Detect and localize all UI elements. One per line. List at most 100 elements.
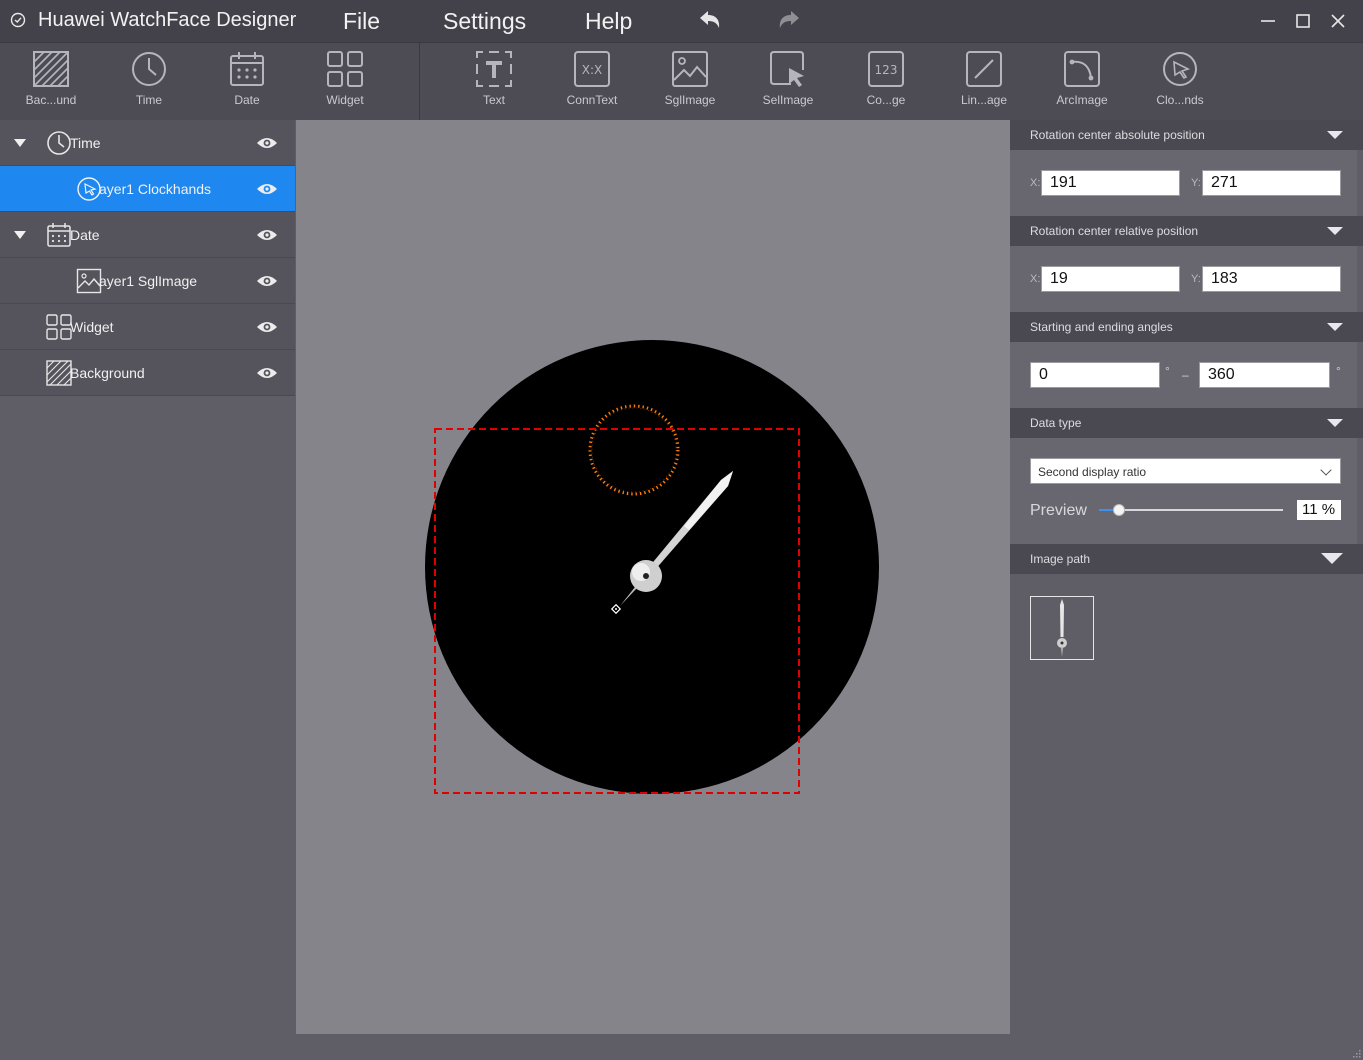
app-title: Huawei WatchFace Designer: [38, 9, 297, 31]
tool-clockhands[interactable]: Clo...nds: [1135, 47, 1225, 117]
clock-hand-thumbnail-icon: [1057, 599, 1067, 657]
section-image-path-body: [1010, 574, 1357, 684]
tool-widget[interactable]: Widget: [300, 47, 390, 117]
abs-y-input[interactable]: 271: [1202, 170, 1341, 196]
tool-label: ArcImage: [1056, 93, 1108, 107]
watchface-preview[interactable]: [296, 120, 1010, 1034]
menu-help[interactable]: Help: [585, 8, 632, 35]
tool-label: SglImage: [664, 93, 716, 107]
section-rel-position-header[interactable]: Rotation center relative position: [1010, 216, 1363, 246]
preview-label: Preview: [1030, 502, 1087, 519]
tool-sglimage[interactable]: SglImage: [645, 47, 735, 117]
visibility-eye-icon[interactable]: [256, 182, 278, 196]
section-abs-position-header[interactable]: Rotation center absolute position: [1010, 120, 1363, 150]
minimize-icon[interactable]: [1257, 10, 1279, 32]
widget-icon: [46, 314, 72, 340]
section-data-type-header[interactable]: Data type: [1010, 408, 1363, 438]
layer-row-sglimage[interactable]: ayer1 SglImage: [0, 258, 295, 304]
svg-text:X:X: X:X: [582, 63, 602, 77]
tool-label: Text: [482, 93, 505, 107]
data-type-select[interactable]: Second display ratio: [1030, 458, 1341, 484]
section-abs-position-body: X: 191 Y: 271: [1010, 150, 1357, 216]
end-angle-input[interactable]: 360: [1199, 362, 1330, 388]
redo-icon[interactable]: [776, 8, 802, 32]
section-rel-position-body: X: 19 Y: 183: [1010, 246, 1357, 312]
tool-label: Lin...age: [960, 93, 1008, 107]
layer-name: ayer1 Clockhands: [99, 181, 212, 197]
close-icon[interactable]: [1327, 10, 1349, 32]
toolbar: Bac...und Time Date Widget Text X:X Conn…: [0, 42, 1363, 121]
background-icon: [33, 51, 69, 87]
clockhands-icon: [1163, 52, 1197, 86]
layer-row-time[interactable]: Time: [0, 120, 295, 166]
undo-icon[interactable]: [697, 8, 723, 32]
preview-slider[interactable]: [1099, 504, 1283, 516]
section-title: Rotation center absolute position: [1030, 128, 1205, 142]
calendar-icon: [47, 223, 71, 247]
clock-icon: [132, 52, 166, 86]
tool-date[interactable]: Date: [202, 47, 292, 117]
layer-row-clockhands[interactable]: ayer1 Clockhands: [0, 166, 295, 212]
collapse-caret-icon[interactable]: [1327, 227, 1343, 235]
visibility-eye-icon[interactable]: [256, 274, 278, 288]
tool-background[interactable]: Bac...und: [6, 47, 96, 117]
title-bar: Huawei WatchFace Designer File Settings …: [0, 0, 1363, 42]
tool-selimage[interactable]: SelImage: [743, 47, 833, 117]
collapse-caret-icon[interactable]: [1327, 419, 1343, 427]
y-label: Y:: [1191, 273, 1201, 285]
tool-label: Time: [135, 93, 163, 107]
preview-percent-input[interactable]: 11 %: [1297, 500, 1341, 520]
start-angle-input[interactable]: 0: [1030, 362, 1160, 388]
collapse-caret-icon[interactable]: [1321, 553, 1343, 564]
expand-arrow-icon[interactable]: [14, 139, 26, 147]
section-angles-body: 0 ° – 360 °: [1010, 342, 1357, 408]
tool-label: Clo...nds: [1156, 93, 1204, 107]
menu-settings[interactable]: Settings: [443, 8, 526, 35]
section-title: Rotation center relative position: [1030, 224, 1199, 238]
section-angles-header[interactable]: Starting and ending angles: [1010, 312, 1363, 342]
visibility-eye-icon[interactable]: [256, 136, 278, 150]
rel-x-input[interactable]: 19: [1041, 266, 1180, 292]
visibility-eye-icon[interactable]: [256, 320, 278, 334]
tool-time[interactable]: Time: [104, 47, 194, 117]
section-image-path-header[interactable]: Image path: [1010, 544, 1363, 574]
rel-y-input[interactable]: 183: [1202, 266, 1341, 292]
section-title: Starting and ending angles: [1030, 320, 1173, 334]
image-icon: [672, 51, 708, 87]
range-separator: –: [1182, 368, 1189, 382]
design-canvas[interactable]: [296, 120, 1010, 1034]
menu-file[interactable]: File: [343, 8, 380, 35]
layer-row-date[interactable]: Date: [0, 212, 295, 258]
arc-image-icon: [1064, 51, 1100, 87]
tool-counter-image[interactable]: 123 Co...ge: [841, 47, 931, 117]
tool-label: Bac...und: [25, 93, 77, 107]
visibility-eye-icon[interactable]: [256, 366, 278, 380]
selimage-icon: [770, 51, 804, 87]
layer-row-widget[interactable]: Widget: [0, 304, 295, 350]
tool-label: SelImage: [762, 93, 814, 107]
tool-line-image[interactable]: Lin...age: [939, 47, 1029, 117]
x-label: X:: [1030, 273, 1041, 285]
section-title: Data type: [1030, 416, 1082, 430]
slider-thumb[interactable]: [1113, 504, 1126, 516]
background-icon: [46, 360, 72, 386]
layer-name: Date: [70, 227, 100, 243]
layer-name: Widget: [70, 319, 114, 335]
degree-symbol: °: [1336, 364, 1341, 378]
tool-label: Widget: [326, 93, 364, 107]
resize-grip-icon[interactable]: [1351, 1048, 1361, 1058]
abs-x-input[interactable]: 191: [1041, 170, 1180, 196]
collapse-caret-icon[interactable]: [1327, 323, 1343, 331]
visibility-eye-icon[interactable]: [256, 228, 278, 242]
tool-arc-image[interactable]: ArcImage: [1037, 47, 1127, 117]
tool-text[interactable]: Text: [449, 47, 539, 117]
hand-image-thumbnail[interactable]: [1030, 596, 1094, 660]
expand-arrow-icon[interactable]: [14, 231, 26, 239]
maximize-icon[interactable]: [1292, 10, 1314, 32]
data-type-selected: Second display ratio: [1038, 465, 1147, 479]
clock-icon: [47, 131, 71, 155]
counter-image-icon: 123: [868, 51, 904, 87]
tool-conntext[interactable]: X:X ConnText: [547, 47, 637, 117]
layer-row-background[interactable]: Background: [0, 350, 295, 396]
collapse-caret-icon[interactable]: [1327, 131, 1343, 139]
